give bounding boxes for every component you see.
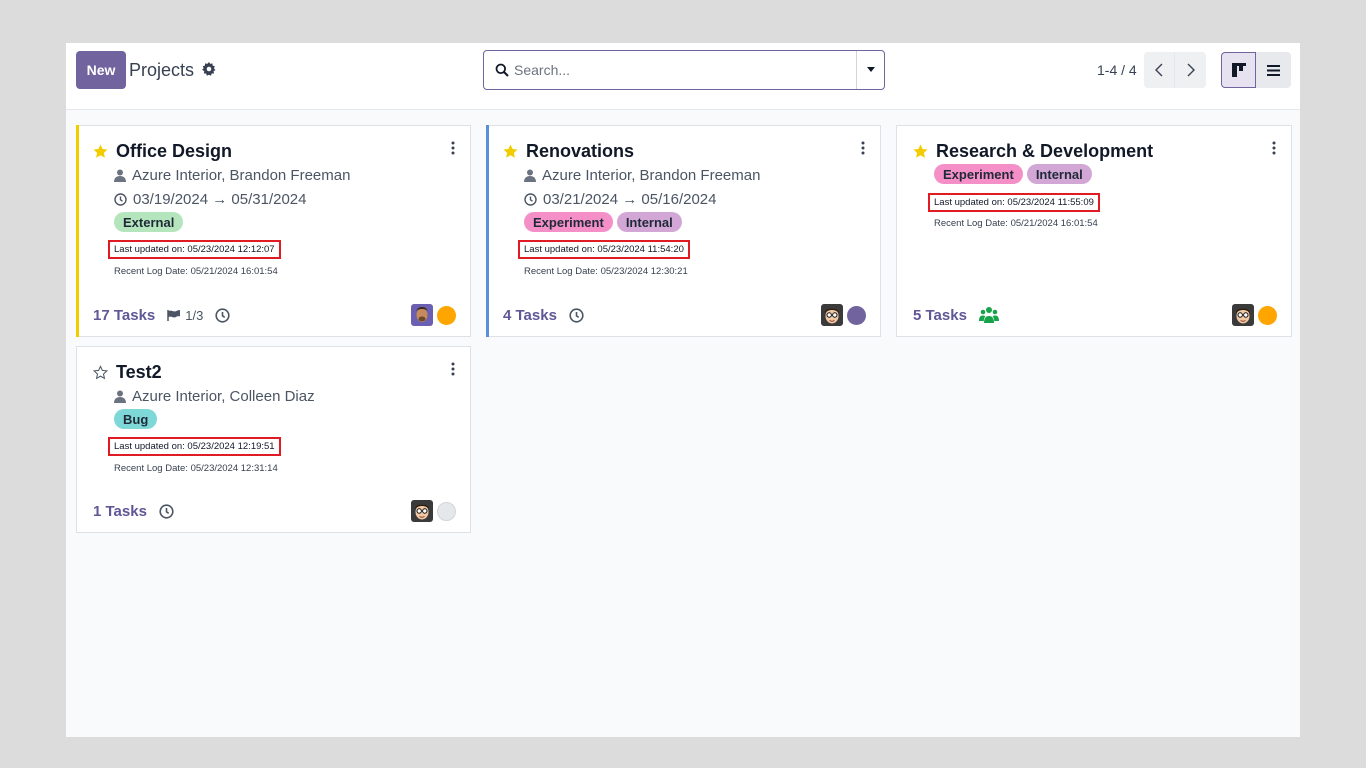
- project-dates: 03/19/2024 → 05/31/2024: [133, 191, 307, 208]
- tasks-link[interactable]: 1 Tasks: [93, 503, 147, 520]
- recent-log-date: Recent Log Date: 05/21/2024 16:01:54: [934, 218, 1098, 229]
- recent-log-date: Recent Log Date: 05/21/2024 16:01:54: [114, 266, 278, 277]
- clock-icon: [524, 193, 537, 206]
- flag-icon: [167, 310, 181, 321]
- tag-list: Experiment Internal: [524, 212, 682, 232]
- status-indicator[interactable]: [847, 305, 866, 325]
- search-bar: [483, 50, 885, 90]
- activity-clock-icon[interactable]: [215, 308, 230, 323]
- activity-clock-icon[interactable]: [159, 504, 174, 519]
- search-input[interactable]: [514, 51, 856, 89]
- pager-previous-button[interactable]: [1144, 52, 1175, 88]
- project-name[interactable]: Office Design: [116, 141, 232, 162]
- kebab-menu-icon[interactable]: [1271, 141, 1277, 155]
- kebab-menu-icon[interactable]: [860, 141, 866, 155]
- milestone-count: 1/3: [185, 308, 204, 323]
- tag: Internal: [616, 212, 682, 232]
- caret-down-icon: [866, 67, 875, 72]
- search-options-toggle[interactable]: [856, 51, 884, 89]
- list-icon: [1267, 64, 1280, 76]
- tag: External: [114, 212, 184, 232]
- project-card[interactable]: Test2 Azure Interior, Colleen Diaz Bug L…: [76, 346, 471, 533]
- avatar[interactable]: [411, 500, 433, 522]
- color-bar: [76, 125, 79, 337]
- star-filled-icon[interactable]: [93, 144, 108, 159]
- project-card[interactable]: Office Design Azure Interior, Brandon Fr…: [76, 125, 471, 337]
- chevron-right-icon: [1187, 63, 1195, 77]
- project-partner: Azure Interior, Brandon Freeman: [132, 167, 351, 184]
- pager-buttons: [1144, 52, 1206, 88]
- kebab-menu-icon[interactable]: [450, 362, 456, 376]
- clock-icon: [114, 193, 127, 206]
- search-icon: [484, 63, 514, 77]
- control-panel: New Projects 1-4 / 4: [66, 43, 1300, 110]
- project-name[interactable]: Test2: [116, 362, 162, 383]
- project-partner: Azure Interior, Colleen Diaz: [132, 388, 315, 405]
- gear-icon[interactable]: [202, 60, 216, 81]
- activity-clock-icon[interactable]: [569, 308, 584, 323]
- kebab-menu-icon[interactable]: [450, 141, 456, 155]
- milestones[interactable]: 1/3: [167, 308, 203, 323]
- tag: Experiment: [934, 164, 1023, 184]
- view-switcher: [1221, 52, 1291, 88]
- project-partner: Azure Interior, Brandon Freeman: [542, 167, 761, 184]
- project-name[interactable]: Research & Development: [936, 141, 1153, 162]
- new-button[interactable]: New: [76, 51, 126, 89]
- project-card[interactable]: Research & Development Experiment Intern…: [896, 125, 1292, 337]
- last-updated-highlight: Last updated on: 05/23/2024 12:19:51: [108, 437, 281, 456]
- project-name[interactable]: Renovations: [526, 141, 634, 162]
- pager-value[interactable]: 1-4 / 4: [1097, 62, 1137, 78]
- tag: Internal: [1026, 164, 1092, 184]
- user-icon: [114, 390, 126, 403]
- users-icon[interactable]: [978, 306, 999, 324]
- status-indicator[interactable]: [1258, 305, 1277, 325]
- avatar[interactable]: [821, 304, 843, 326]
- status-indicator[interactable]: [437, 501, 456, 521]
- recent-log-date: Recent Log Date: 05/23/2024 12:31:14: [114, 463, 278, 474]
- last-updated-highlight: Last updated on: 05/23/2024 11:54:20: [518, 240, 690, 259]
- tag-list: Bug: [114, 409, 158, 429]
- projects-app: New Projects 1-4 / 4: [66, 43, 1300, 737]
- pager-next-button[interactable]: [1175, 52, 1206, 88]
- user-icon: [524, 169, 536, 182]
- kanban-view-button[interactable]: [1221, 52, 1256, 88]
- last-updated-highlight: Last updated on: 05/23/2024 12:12:07: [108, 240, 281, 259]
- recent-log-date: Recent Log Date: 05/23/2024 12:30:21: [524, 266, 688, 277]
- kanban-icon: [1231, 63, 1246, 77]
- project-card[interactable]: Renovations Azure Interior, Brandon Free…: [486, 125, 881, 337]
- status-indicator[interactable]: [437, 305, 456, 325]
- chevron-left-icon: [1155, 63, 1163, 77]
- tag-list: External: [114, 212, 184, 232]
- tasks-link[interactable]: 5 Tasks: [913, 307, 967, 324]
- tasks-link[interactable]: 4 Tasks: [503, 307, 557, 324]
- tag-list: Experiment Internal: [934, 164, 1092, 184]
- star-filled-icon[interactable]: [913, 144, 928, 159]
- page-title: Projects: [129, 60, 195, 80]
- tag: Bug: [114, 409, 158, 429]
- tasks-link[interactable]: 17 Tasks: [93, 307, 155, 324]
- avatar[interactable]: [411, 304, 433, 326]
- star-outline-icon[interactable]: [93, 365, 108, 380]
- avatar[interactable]: [1232, 304, 1254, 326]
- last-updated-highlight: Last updated on: 05/23/2024 11:55:09: [928, 193, 1100, 212]
- tag: Experiment: [524, 212, 613, 232]
- breadcrumb: Projects: [129, 60, 216, 81]
- project-dates: 03/21/2024 → 05/16/2024: [543, 191, 717, 208]
- user-icon: [114, 169, 126, 182]
- color-bar: [486, 125, 489, 337]
- star-filled-icon[interactable]: [503, 144, 518, 159]
- list-view-button[interactable]: [1256, 52, 1291, 88]
